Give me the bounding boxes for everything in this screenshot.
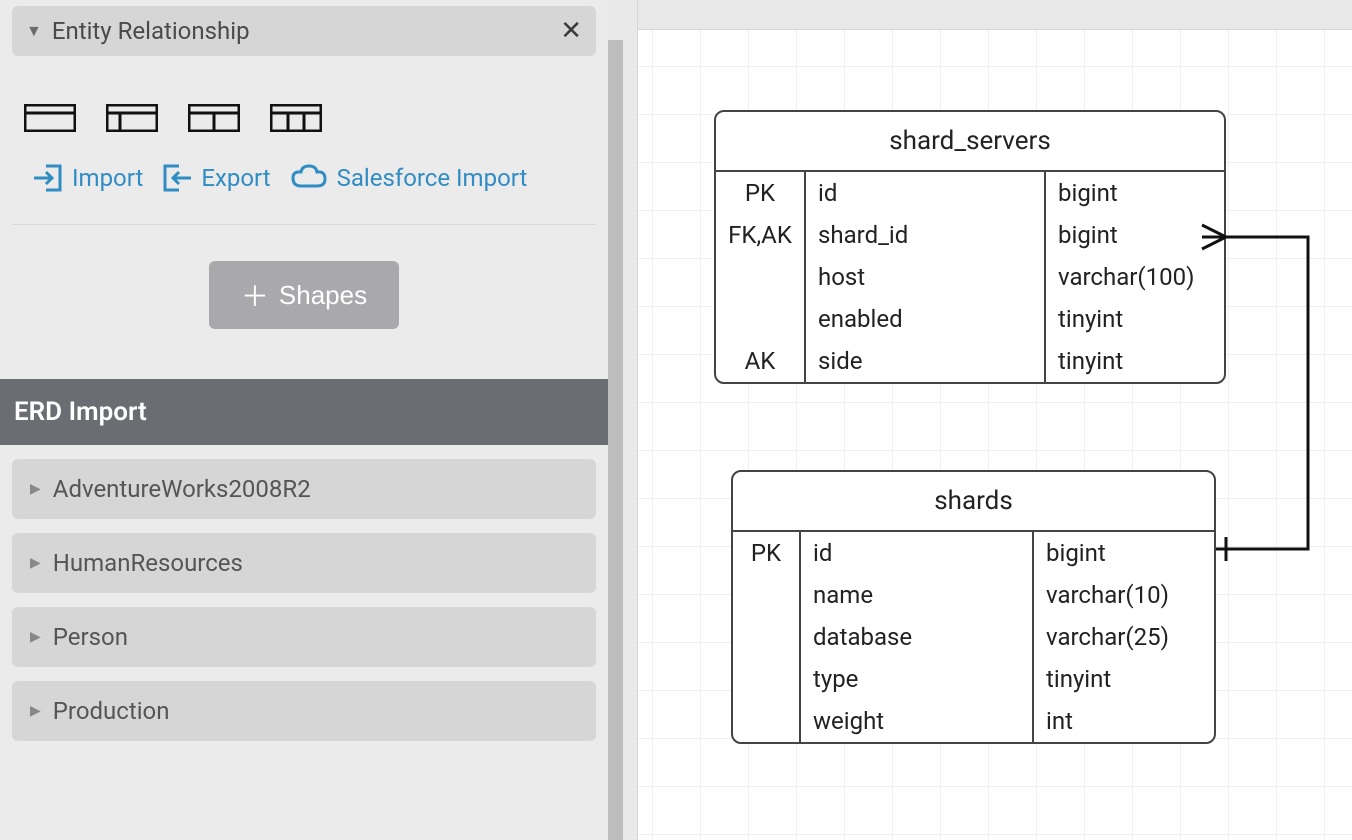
entity-row: enabled tinyint xyxy=(716,298,1224,340)
name-cell: weight xyxy=(801,700,1034,742)
relationship-connector[interactable] xyxy=(1198,220,1338,570)
export-label: Export xyxy=(201,164,270,192)
key-cell xyxy=(733,574,801,616)
erd-shape-3col[interactable] xyxy=(270,104,322,132)
erd-item-label: AdventureWorks2008R2 xyxy=(53,475,311,503)
cloud-icon xyxy=(289,164,329,192)
import-button[interactable]: Import xyxy=(32,162,143,194)
name-cell: name xyxy=(801,574,1034,616)
name-cell: id xyxy=(806,172,1046,214)
add-shapes-button[interactable]: ＋ Shapes xyxy=(209,261,399,329)
key-cell xyxy=(733,700,801,742)
shape-thumbnails xyxy=(0,64,608,150)
entity-title: shards xyxy=(733,472,1214,532)
erd-item-label: Person xyxy=(53,623,128,651)
erd-item-label: Production xyxy=(53,697,170,725)
erd-item-label: HumanResources xyxy=(53,549,243,577)
erd-import-header: ERD Import xyxy=(0,379,608,445)
name-cell: shard_id xyxy=(806,214,1046,256)
shapes-button-label: Shapes xyxy=(279,280,367,311)
entity-row: FK,AK shard_id bigint xyxy=(716,214,1224,256)
type-cell: bigint xyxy=(1034,532,1214,574)
erd-item[interactable]: ▶ AdventureWorks2008R2 xyxy=(12,459,596,519)
key-cell xyxy=(716,298,806,340)
expand-icon: ▶ xyxy=(30,481,41,497)
erd-shape-2col-center[interactable] xyxy=(188,104,240,132)
erd-import-list: ▶ AdventureWorks2008R2 ▶ HumanResources … xyxy=(0,445,608,755)
import-icon xyxy=(32,162,64,194)
entity-row: AK side tinyint xyxy=(716,340,1224,382)
name-cell: enabled xyxy=(806,298,1046,340)
entity-row: database varchar(25) xyxy=(733,616,1214,658)
type-cell: int xyxy=(1034,700,1214,742)
entity-row: PK id bigint xyxy=(733,532,1214,574)
salesforce-import-button[interactable]: Salesforce Import xyxy=(289,164,528,192)
salesforce-label: Salesforce Import xyxy=(337,164,528,192)
entity-row: weight int xyxy=(733,700,1214,742)
shapes-panel: ▼ Entity Relationship ✕ Import Export Sa… xyxy=(0,0,608,840)
name-cell: database xyxy=(801,616,1034,658)
type-cell: varchar(25) xyxy=(1034,616,1214,658)
plus-icon: ＋ xyxy=(241,275,269,315)
close-icon[interactable]: ✕ xyxy=(560,16,582,46)
shapes-section-header[interactable]: ▼ Entity Relationship ✕ xyxy=(12,6,596,56)
key-cell: FK,AK xyxy=(716,214,806,256)
type-cell: tinyint xyxy=(1034,658,1214,700)
erd-shape-1col[interactable] xyxy=(24,104,76,132)
entity-shard-servers[interactable]: shard_servers PK id bigint FK,AK shard_i… xyxy=(714,110,1226,384)
entity-row: type tinyint xyxy=(733,658,1214,700)
entity-row: host varchar(100) xyxy=(716,256,1224,298)
name-cell: type xyxy=(801,658,1034,700)
entity-row: PK id bigint xyxy=(716,172,1224,214)
export-button[interactable]: Export xyxy=(161,162,270,194)
type-cell: varchar(10) xyxy=(1034,574,1214,616)
collapse-icon: ▼ xyxy=(26,21,42,41)
key-cell xyxy=(716,256,806,298)
key-cell xyxy=(733,616,801,658)
erd-item[interactable]: ▶ HumanResources xyxy=(12,533,596,593)
erd-shape-2col-left[interactable] xyxy=(106,104,158,132)
key-cell: PK xyxy=(733,532,801,574)
expand-icon: ▶ xyxy=(30,629,41,645)
export-icon xyxy=(161,162,193,194)
erd-item[interactable]: ▶ Production xyxy=(12,681,596,741)
name-cell: side xyxy=(806,340,1046,382)
key-cell xyxy=(733,658,801,700)
key-cell: AK xyxy=(716,340,806,382)
erd-actions: Import Export Salesforce Import xyxy=(12,150,596,225)
entity-shards[interactable]: shards PK id bigint name varchar(10) dat… xyxy=(731,470,1216,744)
entity-row: name varchar(10) xyxy=(733,574,1214,616)
erd-item[interactable]: ▶ Person xyxy=(12,607,596,667)
expand-icon: ▶ xyxy=(30,703,41,719)
name-cell: id xyxy=(801,532,1034,574)
diagram-layer: shard_servers PK id bigint FK,AK shard_i… xyxy=(638,0,1352,840)
key-cell: PK xyxy=(716,172,806,214)
entity-title: shard_servers xyxy=(716,112,1224,172)
expand-icon: ▶ xyxy=(30,555,41,571)
type-cell: bigint xyxy=(1046,172,1224,214)
canvas[interactable]: 4 5 6 shard_servers PK id bigint FK,AK s… xyxy=(608,0,1352,840)
name-cell: host xyxy=(806,256,1046,298)
section-title: Entity Relationship xyxy=(52,17,560,45)
import-label: Import xyxy=(72,164,143,192)
canvas-scrollbar[interactable] xyxy=(608,40,623,840)
